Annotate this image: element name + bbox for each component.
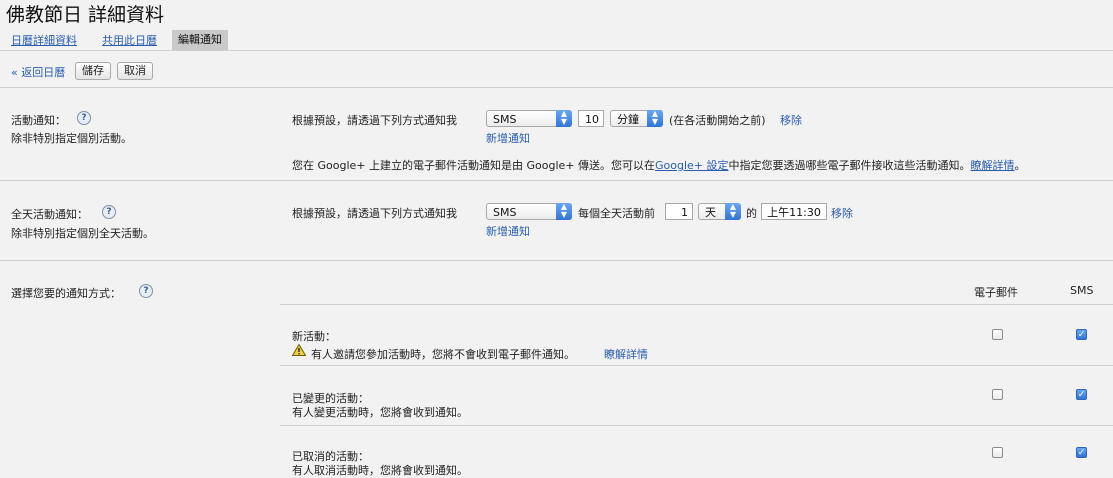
changed-event-sms-checkbox[interactable]: ✓: [1076, 389, 1087, 400]
divider: [0, 180, 1113, 181]
updown-arrow-icon: ▲ ▼: [556, 203, 572, 220]
remove-notification-link[interactable]: 移除: [780, 112, 802, 128]
gplus-notice-text: 您在 Google+ 上建立的電子郵件活動通知是由 Google+ 傳送。您可以…: [292, 159, 655, 172]
tab-share-calendar[interactable]: 共用此日曆: [102, 32, 157, 48]
column-header-sms: SMS: [1070, 284, 1094, 297]
warning-icon: [292, 344, 306, 356]
cancelled-event-desc: 有人取消活動時，您將會收到通知。: [292, 464, 468, 477]
each-allday-before-text: 每個全天活動前: [578, 207, 655, 220]
help-icon[interactable]: ?: [102, 205, 116, 219]
event-notification-title: 活動通知：: [11, 114, 66, 127]
notify-unit-select[interactable]: 分鐘 ▲ ▼: [610, 110, 663, 127]
allday-method-value: SMS: [493, 206, 517, 219]
choose-method-title: 選擇您要的通知方式：: [11, 287, 121, 300]
save-button[interactable]: 儲存: [75, 62, 111, 80]
divider: [0, 260, 1113, 261]
column-header-email: 電子郵件: [974, 286, 1018, 299]
help-icon[interactable]: ?: [77, 111, 91, 125]
allday-notification-title: 全天活動通知：: [11, 208, 88, 221]
allday-method-select[interactable]: SMS ▲ ▼: [486, 203, 572, 220]
gplus-notice-end: 。: [1014, 159, 1026, 172]
add-allday-notification-link[interactable]: 新增通知: [486, 223, 530, 239]
allday-amount-input[interactable]: 1: [665, 203, 693, 220]
add-notification-link[interactable]: 新增通知: [486, 130, 530, 146]
divider: [280, 365, 1113, 366]
checkmark-icon: ✓: [1077, 390, 1086, 400]
notify-method-select[interactable]: SMS ▲ ▼: [486, 110, 572, 127]
gplus-settings-link[interactable]: Google+ 設定: [655, 159, 729, 172]
default-notify-text: 根據預設，請透過下列方式通知我: [292, 207, 457, 220]
allday-notification-desc: 除非特別指定個別全天活動。: [11, 227, 154, 240]
gplus-notice-text-2: 中指定您要透過哪些電子郵件接收這些活動通知。: [728, 159, 971, 172]
learn-more-link[interactable]: 瞭解詳情: [604, 346, 648, 362]
cancelled-event-sms-checkbox[interactable]: ✓: [1076, 447, 1087, 458]
cancel-button[interactable]: 取消: [117, 62, 153, 80]
checkmark-icon: ✓: [1077, 330, 1086, 340]
learn-more-link[interactable]: 瞭解詳情: [971, 159, 1015, 172]
help-icon[interactable]: ?: [139, 284, 153, 298]
changed-event-email-checkbox[interactable]: [992, 389, 1003, 400]
event-notification-desc: 除非特別指定個別活動。: [11, 132, 132, 145]
new-event-email-checkbox[interactable]: [992, 329, 1003, 340]
of-text: 的: [746, 207, 757, 220]
allday-time-input[interactable]: 上午11:30: [761, 203, 827, 220]
remove-allday-notification-link[interactable]: 移除: [831, 205, 853, 221]
divider: [280, 425, 1113, 426]
changed-event-desc: 有人變更活動時，您將會收到通知。: [292, 406, 468, 419]
tab-calendar-details[interactable]: 日曆詳細資料: [11, 32, 77, 48]
notify-method-value: SMS: [493, 113, 517, 126]
page-title: 佛教節日 詳細資料: [6, 4, 165, 26]
divider: [280, 304, 1113, 305]
updown-arrow-icon: ▲ ▼: [647, 110, 663, 127]
back-to-calendar-link[interactable]: « 返回日曆: [11, 64, 65, 80]
divider: [0, 87, 1113, 88]
divider: [0, 50, 1113, 51]
new-event-desc: 有人邀請您參加活動時，您將不會收到電子郵件通知。: [311, 348, 575, 361]
tab-edit-notifications[interactable]: 編輯通知: [172, 30, 228, 50]
updown-arrow-icon: ▲ ▼: [556, 110, 572, 127]
new-event-sms-checkbox[interactable]: ✓: [1076, 329, 1087, 340]
default-notify-text: 根據預設，請透過下列方式通知我: [292, 114, 457, 127]
gplus-notice: 您在 Google+ 上建立的電子郵件活動通知是由 Google+ 傳送。您可以…: [292, 157, 1026, 173]
cancelled-event-email-checkbox[interactable]: [992, 447, 1003, 458]
new-event-title: 新活動：: [292, 330, 336, 343]
allday-unit-value: 天: [705, 206, 716, 219]
allday-unit-select[interactable]: 天 ▲ ▼: [698, 203, 741, 220]
before-event-text: (在各活動開始之前): [669, 114, 766, 127]
notify-amount-input[interactable]: 10: [578, 110, 604, 127]
notify-unit-value: 分鐘: [617, 113, 639, 126]
tab-bar: 日曆詳細資料 共用此日曆 編輯通知: [0, 30, 1113, 50]
checkmark-icon: ✓: [1077, 448, 1086, 458]
updown-arrow-icon: ▲ ▼: [725, 203, 741, 220]
